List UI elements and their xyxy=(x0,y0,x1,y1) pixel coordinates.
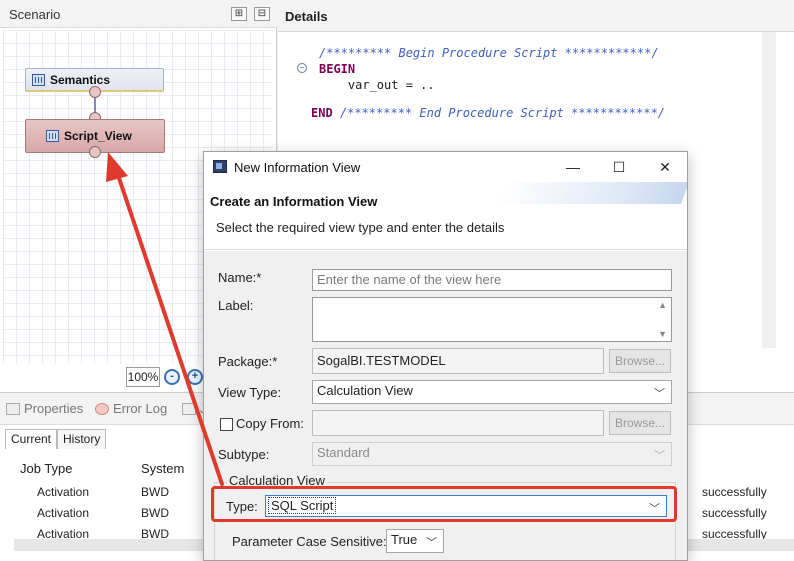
parameter-case-sensitive-value: True xyxy=(391,532,418,547)
script-view-icon xyxy=(46,130,59,142)
chevron-down-icon: ﹀ xyxy=(654,450,665,462)
copy-from-field[interactable] xyxy=(312,410,604,436)
tab-current[interactable]: Current xyxy=(5,429,58,449)
label-textarea[interactable]: ▲ ▼ xyxy=(312,297,672,342)
package-browse-button[interactable]: Browse... xyxy=(609,349,671,373)
scroll-up-icon[interactable]: ▲ xyxy=(658,300,667,310)
dialog-header: Create an Information View Select the re… xyxy=(204,182,687,250)
semantics-node-label: Semantics xyxy=(50,72,111,87)
view-type-label: View Type: xyxy=(218,385,282,400)
row-1-status: successfully xyxy=(702,485,767,499)
subtype-label: Subtype: xyxy=(218,447,270,462)
chevron-down-icon: ﹀ xyxy=(426,537,437,549)
copy-from-checkbox[interactable] xyxy=(220,418,233,431)
code-line-end: END /********* End Procedure Script ****… xyxy=(311,106,665,120)
details-title: Details xyxy=(285,9,328,24)
row-1-job-type: Activation xyxy=(37,485,90,499)
view-type-select[interactable]: Calculation View ﹀ xyxy=(312,380,672,404)
package-field[interactable]: SogalBI.TESTMODEL xyxy=(312,348,604,374)
tab-error-log-label: Error Log xyxy=(113,401,168,416)
chevron-down-icon: ﹀ xyxy=(654,388,665,400)
script-view-input-port[interactable] xyxy=(89,146,101,158)
subtype-select[interactable]: Standard ﹀ xyxy=(312,442,672,466)
row-1-system: BWD xyxy=(141,485,169,499)
parameter-case-sensitive-select[interactable]: True ﹀ xyxy=(386,529,444,553)
name-label: Name:* xyxy=(218,270,262,285)
properties-icon xyxy=(6,402,20,415)
code-line-begin-comment: /********* Begin Procedure Script ******… xyxy=(319,46,659,60)
end-comment: /********* End Procedure Script ********… xyxy=(332,106,666,120)
details-scrollbar[interactable] xyxy=(762,32,776,348)
label-label: Label: xyxy=(218,298,254,313)
dialog-titlebar[interactable]: New Information View — ☐ ✕ xyxy=(204,152,687,182)
semantics-icon xyxy=(32,73,45,86)
job-log-icon xyxy=(182,402,196,415)
annotation-highlight-box xyxy=(211,486,677,522)
name-input[interactable]: Enter the name of the view here xyxy=(312,269,672,291)
tab-error-log[interactable]: Error Log xyxy=(95,401,167,416)
parameter-case-sensitive-label: Parameter Case Sensitive: xyxy=(232,534,387,549)
job-subtabs: Current History xyxy=(5,429,107,449)
end-keyword: END xyxy=(311,106,333,120)
tab-history[interactable]: History xyxy=(57,429,107,449)
script-view-node-label: Script_View xyxy=(64,129,132,143)
row-2-job-type: Activation xyxy=(37,506,90,520)
dialog-subheading: Select the required view type and enter … xyxy=(216,220,505,235)
maximize-button[interactable]: ☐ xyxy=(608,157,630,177)
copy-from-label[interactable]: Copy From: xyxy=(236,416,304,431)
copy-from-browse-button[interactable]: Browse... xyxy=(609,411,671,435)
app-icon xyxy=(213,160,227,173)
zoom-out-icon[interactable]: - xyxy=(164,369,180,385)
details-header: Details xyxy=(278,0,794,32)
subtype-value: Standard xyxy=(317,445,370,460)
column-header-system[interactable]: System xyxy=(141,461,184,476)
semantics-input-port[interactable] xyxy=(89,86,101,98)
collapse-block-icon[interactable]: − xyxy=(297,63,307,73)
minimize-button[interactable]: — xyxy=(562,157,584,177)
code-line-var-out: var_out = .. xyxy=(319,78,435,92)
header-banner-graphic xyxy=(495,182,687,204)
view-type-value: Calculation View xyxy=(317,383,413,398)
tab-properties-label: Properties xyxy=(24,401,84,416)
column-header-job-type[interactable]: Job Type xyxy=(20,461,73,476)
dialog-heading: Create an Information View xyxy=(210,194,378,209)
scroll-down-icon[interactable]: ▼ xyxy=(658,329,667,339)
error-log-icon xyxy=(95,402,109,415)
zoom-in-icon[interactable]: + xyxy=(187,369,203,385)
zoom-level[interactable]: 100% xyxy=(126,367,160,387)
row-2-status: successfully xyxy=(702,506,767,520)
dialog-title: New Information View xyxy=(234,160,361,175)
row-2-system: BWD xyxy=(141,506,169,520)
code-line-begin: BEGIN xyxy=(319,62,356,76)
package-label: Package:* xyxy=(218,354,278,369)
tab-properties[interactable]: Properties xyxy=(6,401,83,416)
close-button[interactable]: ✕ xyxy=(654,157,676,177)
